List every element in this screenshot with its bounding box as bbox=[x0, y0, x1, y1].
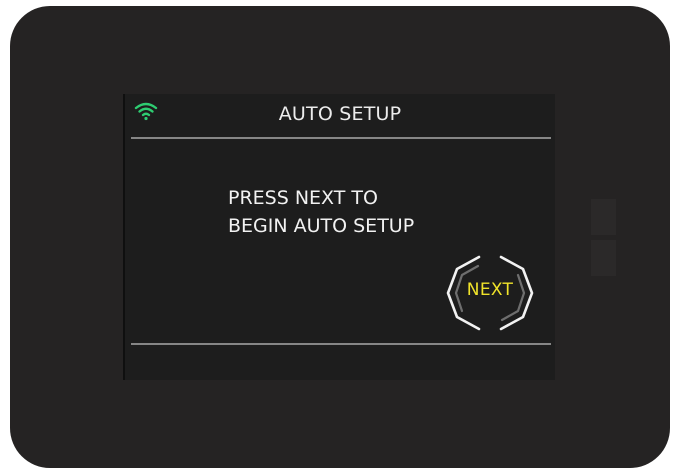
instruction-line-2: BEGIN AUTO SETUP bbox=[228, 215, 415, 237]
next-button[interactable]: NEXT bbox=[445, 253, 535, 333]
touch-screen: AUTO SETUP PRESS NEXT TO BEGIN AUTO SETU… bbox=[123, 94, 555, 380]
screen-title: AUTO SETUP bbox=[278, 103, 402, 125]
next-button-label: NEXT bbox=[466, 280, 514, 300]
header-divider bbox=[131, 137, 551, 139]
side-button-upper[interactable] bbox=[591, 199, 616, 235]
side-button-lower[interactable] bbox=[591, 240, 616, 276]
instruction-text: PRESS NEXT TO BEGIN AUTO SETUP bbox=[228, 184, 414, 240]
instruction-line-1: PRESS NEXT TO bbox=[228, 187, 378, 209]
footer-divider bbox=[131, 343, 551, 345]
